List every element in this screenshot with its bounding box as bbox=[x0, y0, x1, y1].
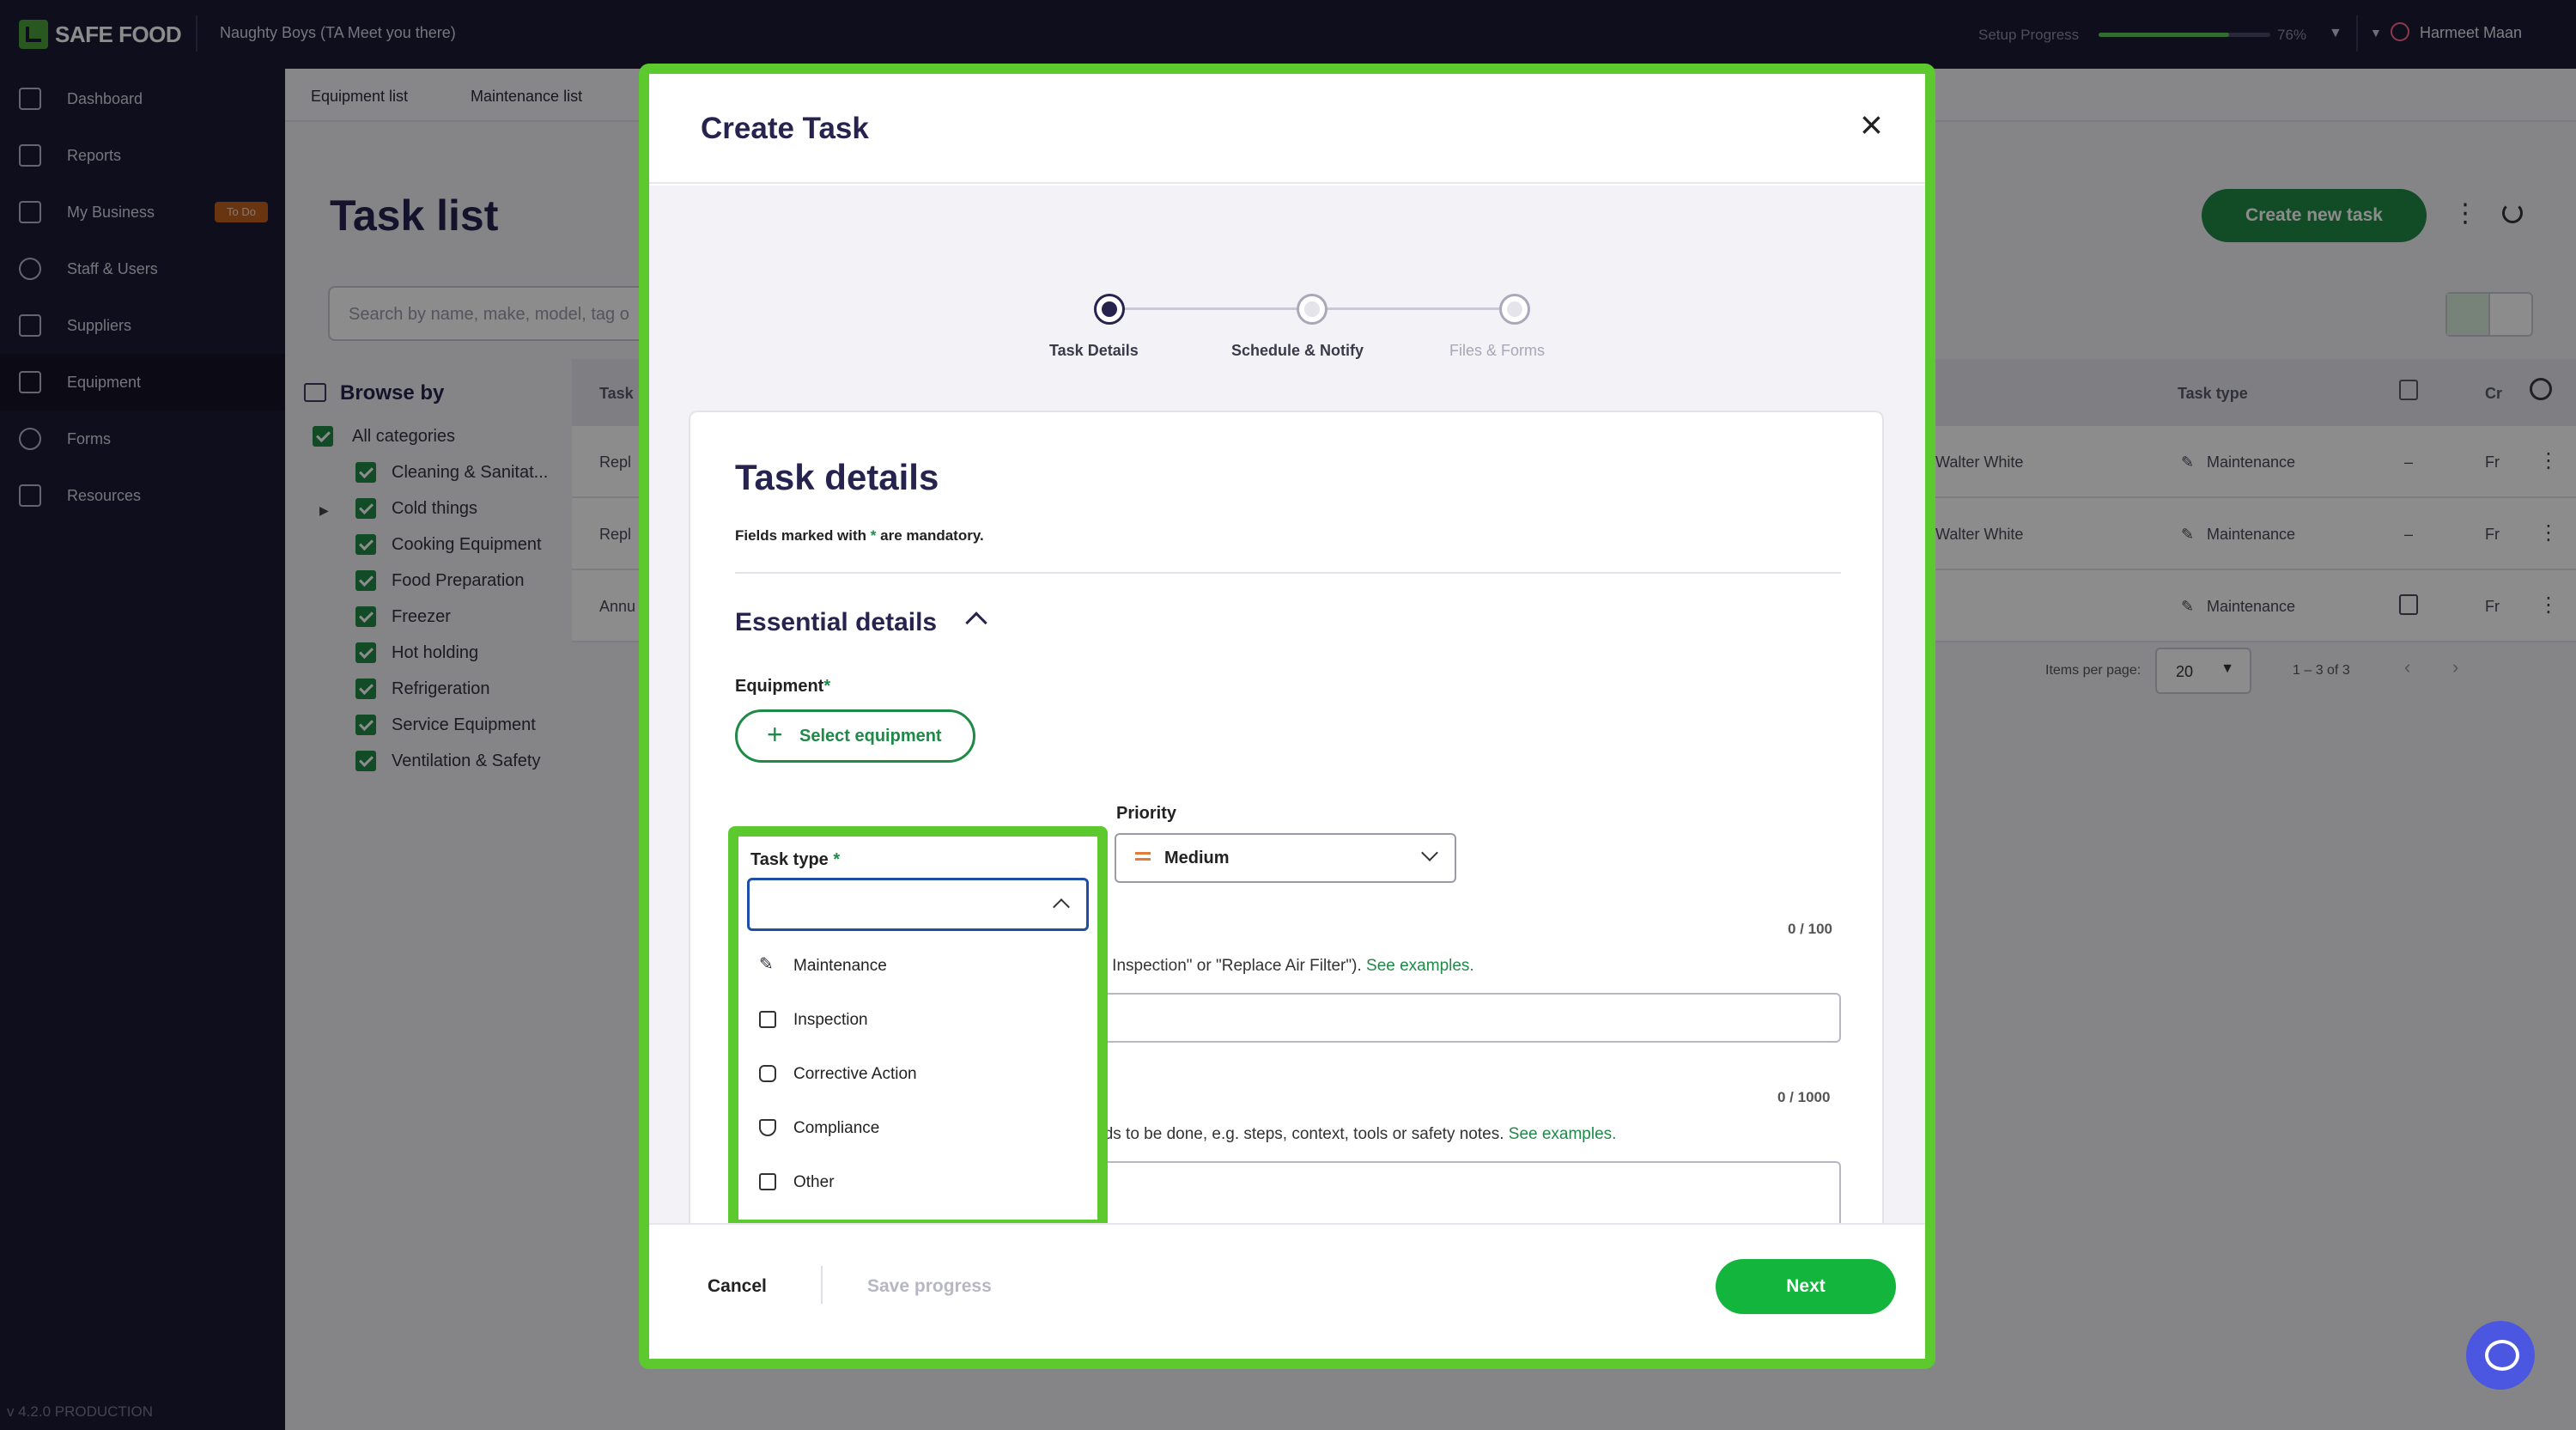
step-files-forms-dot[interactable] bbox=[1499, 294, 1530, 325]
option-label: Maintenance bbox=[793, 957, 887, 975]
priority-value: Medium bbox=[1164, 849, 1230, 867]
step-task-details-label: Task Details bbox=[1049, 342, 1139, 359]
task-type-label: Task type * bbox=[750, 850, 840, 870]
card-title: Task details bbox=[735, 457, 939, 497]
option-label: Corrective Action bbox=[793, 1065, 917, 1083]
mandatory-note-suffix: are mandatory. bbox=[880, 527, 984, 544]
divider bbox=[821, 1266, 823, 1304]
chevron-up-icon[interactable] bbox=[965, 612, 987, 634]
select-equipment-button[interactable]: Select equipment bbox=[735, 709, 975, 763]
create-task-modal: Create Task × Task Details Schedule & No… bbox=[639, 64, 1935, 1369]
description-char-counter: 0 / 1000 bbox=[1777, 1089, 1831, 1105]
essential-details-title[interactable]: Essential details bbox=[735, 608, 937, 637]
option-maintenance[interactable]: ✎ Maintenance bbox=[738, 940, 1097, 993]
equipment-label: Equipment* bbox=[735, 677, 830, 697]
option-label: Compliance bbox=[793, 1119, 880, 1137]
other-icon bbox=[759, 1173, 776, 1190]
chevron-down-icon bbox=[1421, 844, 1438, 861]
priority-select[interactable]: Medium bbox=[1115, 833, 1456, 883]
description-hint-text: needs to be done, e.g. steps, context, t… bbox=[1077, 1125, 1504, 1143]
cancel-button[interactable]: Cancel bbox=[708, 1276, 767, 1297]
option-label: Inspection bbox=[793, 1011, 868, 1029]
mandatory-note: Fields marked with * are mandatory. bbox=[735, 527, 984, 545]
modal-body: Task Details Schedule & Notify Files & F… bbox=[649, 186, 1925, 1223]
chevron-up-icon bbox=[1053, 898, 1070, 916]
priority-label: Priority bbox=[1116, 804, 1177, 823]
step-schedule-notify-label: Schedule & Notify bbox=[1231, 342, 1364, 359]
modal-header: Create Task × bbox=[649, 74, 1925, 184]
close-icon[interactable]: × bbox=[1860, 105, 1883, 144]
name-char-counter: 0 / 100 bbox=[1788, 921, 1832, 937]
modal-title: Create Task bbox=[701, 112, 869, 145]
name-hint: terly Inspection" or "Replace Air Filter… bbox=[1077, 957, 1474, 976]
step-schedule-notify-dot[interactable] bbox=[1297, 294, 1327, 325]
option-inspection[interactable]: Inspection bbox=[738, 994, 1097, 1047]
task-type-select[interactable] bbox=[747, 878, 1089, 931]
help-chat-icon[interactable] bbox=[2466, 1321, 2535, 1390]
stepper-line bbox=[1109, 307, 1302, 310]
required-asterisk: * bbox=[833, 850, 841, 869]
checklist-icon bbox=[759, 1011, 776, 1028]
mandatory-asterisk: * bbox=[870, 527, 877, 544]
divider bbox=[735, 572, 1841, 574]
name-hint-text: terly Inspection" or "Replace Air Filter… bbox=[1077, 957, 1362, 975]
name-see-examples-link[interactable]: See examples. bbox=[1366, 957, 1474, 975]
save-progress-button[interactable]: Save progress bbox=[867, 1276, 992, 1297]
corrective-action-icon bbox=[759, 1065, 776, 1082]
equipment-label-text: Equipment bbox=[735, 677, 824, 696]
description-hint: needs to be done, e.g. steps, context, t… bbox=[1077, 1125, 1616, 1144]
task-type-field: Task type * ✎ Maintenance Inspection Cor… bbox=[728, 826, 1108, 1223]
step-task-details-dot[interactable] bbox=[1094, 294, 1125, 325]
stepper-line bbox=[1312, 307, 1504, 310]
shield-check-icon bbox=[759, 1119, 776, 1136]
option-compliance[interactable]: Compliance bbox=[738, 1102, 1097, 1155]
description-see-examples-link[interactable]: See examples. bbox=[1509, 1125, 1617, 1143]
medium-priority-icon bbox=[1135, 852, 1151, 861]
wrench-icon: ✎ bbox=[759, 955, 774, 974]
required-asterisk: * bbox=[823, 677, 831, 696]
task-type-label-text: Task type bbox=[750, 850, 829, 869]
mandatory-note-prefix: Fields marked with bbox=[735, 527, 867, 544]
step-files-forms-label: Files & Forms bbox=[1449, 342, 1546, 359]
modal-footer: Cancel Save progress Next bbox=[649, 1223, 1925, 1359]
next-button[interactable]: Next bbox=[1716, 1259, 1896, 1314]
option-corrective-action[interactable]: Corrective Action bbox=[738, 1048, 1097, 1101]
task-type-dropdown-menu: ✎ Maintenance Inspection Corrective Acti… bbox=[738, 940, 1097, 1220]
option-other[interactable]: Other bbox=[738, 1156, 1097, 1209]
option-label: Other bbox=[793, 1173, 835, 1191]
